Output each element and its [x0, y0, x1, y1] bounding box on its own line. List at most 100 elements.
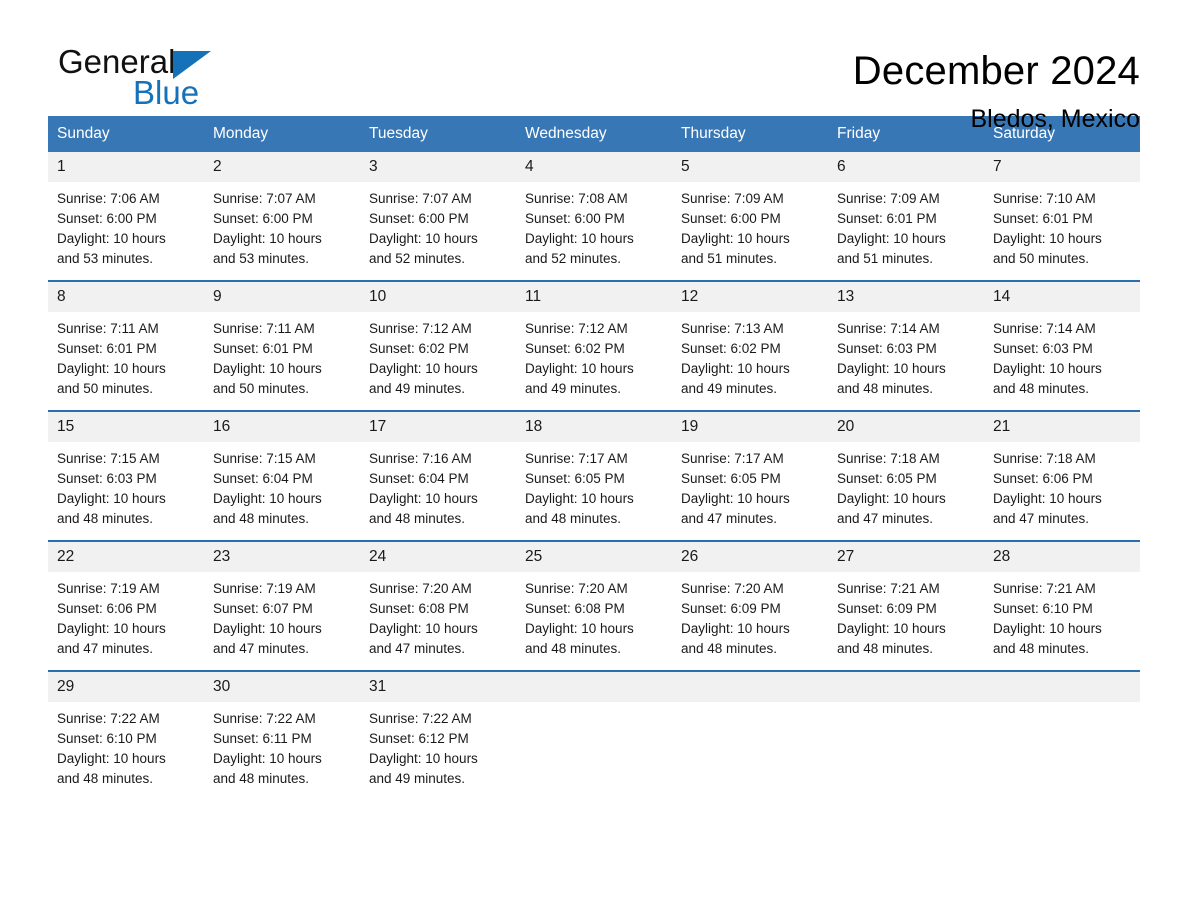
day-cell[interactable]: 14 Sunrise: 7:14 AM Sunset: 6:03 PM Dayl… [984, 282, 1140, 400]
sunset-text: Sunset: 6:05 PM [837, 471, 937, 486]
day-cell[interactable]: 11 Sunrise: 7:12 AM Sunset: 6:02 PM Dayl… [516, 282, 672, 400]
day-number: 21 [984, 412, 1140, 442]
daylight-text-line2: and 47 minutes. [369, 641, 466, 656]
sunrise-text: Sunrise: 7:20 AM [681, 581, 784, 596]
day-info: Sunrise: 7:22 AM Sunset: 6:11 PM Dayligh… [204, 702, 360, 789]
day-info: Sunrise: 7:20 AM Sunset: 6:08 PM Dayligh… [516, 572, 672, 659]
daylight-text-line1: Daylight: 10 hours [369, 751, 478, 766]
day-number: 22 [48, 542, 204, 572]
weekday-header-row: Sunday Monday Tuesday Wednesday Thursday… [48, 116, 1140, 152]
day-cell[interactable]: 8 Sunrise: 7:11 AM Sunset: 6:01 PM Dayli… [48, 282, 204, 400]
sunset-text: Sunset: 6:10 PM [57, 731, 157, 746]
day-cell[interactable]: 2 Sunrise: 7:07 AM Sunset: 6:00 PM Dayli… [204, 152, 360, 270]
daylight-text-line1: Daylight: 10 hours [369, 231, 478, 246]
sunrise-text: Sunrise: 7:20 AM [525, 581, 628, 596]
sunrise-text: Sunrise: 7:19 AM [57, 581, 160, 596]
daylight-text-line1: Daylight: 10 hours [213, 621, 322, 636]
day-number: 14 [984, 282, 1140, 312]
day-cell-empty [672, 672, 828, 790]
day-cell[interactable]: 12 Sunrise: 7:13 AM Sunset: 6:02 PM Dayl… [672, 282, 828, 400]
sunset-text: Sunset: 6:02 PM [369, 341, 469, 356]
day-info: Sunrise: 7:20 AM Sunset: 6:08 PM Dayligh… [360, 572, 516, 659]
day-number: 25 [516, 542, 672, 572]
day-cell[interactable]: 21 Sunrise: 7:18 AM Sunset: 6:06 PM Dayl… [984, 412, 1140, 530]
day-info: Sunrise: 7:14 AM Sunset: 6:03 PM Dayligh… [984, 312, 1140, 399]
day-cell[interactable]: 28 Sunrise: 7:21 AM Sunset: 6:10 PM Dayl… [984, 542, 1140, 660]
day-cell-empty [828, 672, 984, 790]
day-cell-empty [984, 672, 1140, 790]
day-cell[interactable]: 27 Sunrise: 7:21 AM Sunset: 6:09 PM Dayl… [828, 542, 984, 660]
day-info: Sunrise: 7:11 AM Sunset: 6:01 PM Dayligh… [204, 312, 360, 399]
daylight-text-line1: Daylight: 10 hours [993, 231, 1102, 246]
day-cell[interactable]: 15 Sunrise: 7:15 AM Sunset: 6:03 PM Dayl… [48, 412, 204, 530]
day-cell-empty [516, 672, 672, 790]
day-cell[interactable]: 25 Sunrise: 7:20 AM Sunset: 6:08 PM Dayl… [516, 542, 672, 660]
sunset-text: Sunset: 6:09 PM [681, 601, 781, 616]
daylight-text-line1: Daylight: 10 hours [213, 231, 322, 246]
daylight-text-line1: Daylight: 10 hours [681, 231, 790, 246]
day-cell[interactable]: 19 Sunrise: 7:17 AM Sunset: 6:05 PM Dayl… [672, 412, 828, 530]
weekday-header-tuesday: Tuesday [369, 125, 428, 142]
day-cell[interactable]: 9 Sunrise: 7:11 AM Sunset: 6:01 PM Dayli… [204, 282, 360, 400]
page-header: General Blue December 2024 Bledos, Mexic… [48, 0, 1140, 134]
weekday-header-monday: Monday [213, 125, 269, 142]
sunset-text: Sunset: 6:03 PM [57, 471, 157, 486]
sunset-text: Sunset: 6:11 PM [213, 731, 312, 746]
day-number: 15 [48, 412, 204, 442]
day-info: Sunrise: 7:07 AM Sunset: 6:00 PM Dayligh… [204, 182, 360, 269]
day-cell[interactable]: 23 Sunrise: 7:19 AM Sunset: 6:07 PM Dayl… [204, 542, 360, 660]
day-info [984, 702, 1140, 709]
day-number: 30 [204, 672, 360, 702]
day-cell[interactable]: 30 Sunrise: 7:22 AM Sunset: 6:11 PM Dayl… [204, 672, 360, 790]
day-cell[interactable]: 31 Sunrise: 7:22 AM Sunset: 6:12 PM Dayl… [360, 672, 516, 790]
day-info: Sunrise: 7:19 AM Sunset: 6:07 PM Dayligh… [204, 572, 360, 659]
day-info: Sunrise: 7:10 AM Sunset: 6:01 PM Dayligh… [984, 182, 1140, 269]
day-cell[interactable]: 26 Sunrise: 7:20 AM Sunset: 6:09 PM Dayl… [672, 542, 828, 660]
day-cell[interactable]: 10 Sunrise: 7:12 AM Sunset: 6:02 PM Dayl… [360, 282, 516, 400]
day-cell[interactable]: 7 Sunrise: 7:10 AM Sunset: 6:01 PM Dayli… [984, 152, 1140, 270]
day-number: 9 [204, 282, 360, 312]
day-info: Sunrise: 7:18 AM Sunset: 6:05 PM Dayligh… [828, 442, 984, 529]
brand-logo[interactable]: General Blue [48, 44, 308, 116]
daylight-text-line1: Daylight: 10 hours [525, 621, 634, 636]
daylight-text-line2: and 48 minutes. [837, 381, 934, 396]
day-info: Sunrise: 7:18 AM Sunset: 6:06 PM Dayligh… [984, 442, 1140, 529]
sunset-text: Sunset: 6:05 PM [681, 471, 781, 486]
day-cell[interactable]: 5 Sunrise: 7:09 AM Sunset: 6:00 PM Dayli… [672, 152, 828, 270]
sunset-text: Sunset: 6:02 PM [525, 341, 625, 356]
day-cell[interactable]: 24 Sunrise: 7:20 AM Sunset: 6:08 PM Dayl… [360, 542, 516, 660]
daylight-text-line1: Daylight: 10 hours [57, 621, 166, 636]
day-cell[interactable]: 13 Sunrise: 7:14 AM Sunset: 6:03 PM Dayl… [828, 282, 984, 400]
sunrise-text: Sunrise: 7:12 AM [369, 321, 472, 336]
sunset-text: Sunset: 6:01 PM [57, 341, 157, 356]
day-info: Sunrise: 7:22 AM Sunset: 6:10 PM Dayligh… [48, 702, 204, 789]
daylight-text-line2: and 53 minutes. [57, 251, 154, 266]
day-cell[interactable]: 20 Sunrise: 7:18 AM Sunset: 6:05 PM Dayl… [828, 412, 984, 530]
day-cell[interactable]: 3 Sunrise: 7:07 AM Sunset: 6:00 PM Dayli… [360, 152, 516, 270]
day-cell[interactable]: 1 Sunrise: 7:06 AM Sunset: 6:00 PM Dayli… [48, 152, 204, 270]
daylight-text-line2: and 47 minutes. [837, 511, 934, 526]
daylight-text-line2: and 49 minutes. [681, 381, 778, 396]
day-cell[interactable]: 17 Sunrise: 7:16 AM Sunset: 6:04 PM Dayl… [360, 412, 516, 530]
day-info: Sunrise: 7:12 AM Sunset: 6:02 PM Dayligh… [360, 312, 516, 399]
day-cell[interactable]: 22 Sunrise: 7:19 AM Sunset: 6:06 PM Dayl… [48, 542, 204, 660]
day-number: 28 [984, 542, 1140, 572]
day-cell[interactable]: 6 Sunrise: 7:09 AM Sunset: 6:01 PM Dayli… [828, 152, 984, 270]
daylight-text-line2: and 50 minutes. [993, 251, 1090, 266]
sunset-text: Sunset: 6:10 PM [993, 601, 1093, 616]
daylight-text-line2: and 48 minutes. [369, 511, 466, 526]
day-info: Sunrise: 7:17 AM Sunset: 6:05 PM Dayligh… [516, 442, 672, 529]
daylight-text-line1: Daylight: 10 hours [369, 361, 478, 376]
day-cell[interactable]: 18 Sunrise: 7:17 AM Sunset: 6:05 PM Dayl… [516, 412, 672, 530]
day-number: 18 [516, 412, 672, 442]
daylight-text-line1: Daylight: 10 hours [369, 621, 478, 636]
day-cell[interactable]: 16 Sunrise: 7:15 AM Sunset: 6:04 PM Dayl… [204, 412, 360, 530]
sunrise-text: Sunrise: 7:13 AM [681, 321, 784, 336]
sunset-text: Sunset: 6:06 PM [57, 601, 157, 616]
day-number: 4 [516, 152, 672, 182]
sunrise-text: Sunrise: 7:17 AM [525, 451, 628, 466]
day-number: 11 [516, 282, 672, 312]
day-cell[interactable]: 4 Sunrise: 7:08 AM Sunset: 6:00 PM Dayli… [516, 152, 672, 270]
day-cell[interactable]: 29 Sunrise: 7:22 AM Sunset: 6:10 PM Dayl… [48, 672, 204, 790]
week-row: 15 Sunrise: 7:15 AM Sunset: 6:03 PM Dayl… [48, 410, 1140, 530]
